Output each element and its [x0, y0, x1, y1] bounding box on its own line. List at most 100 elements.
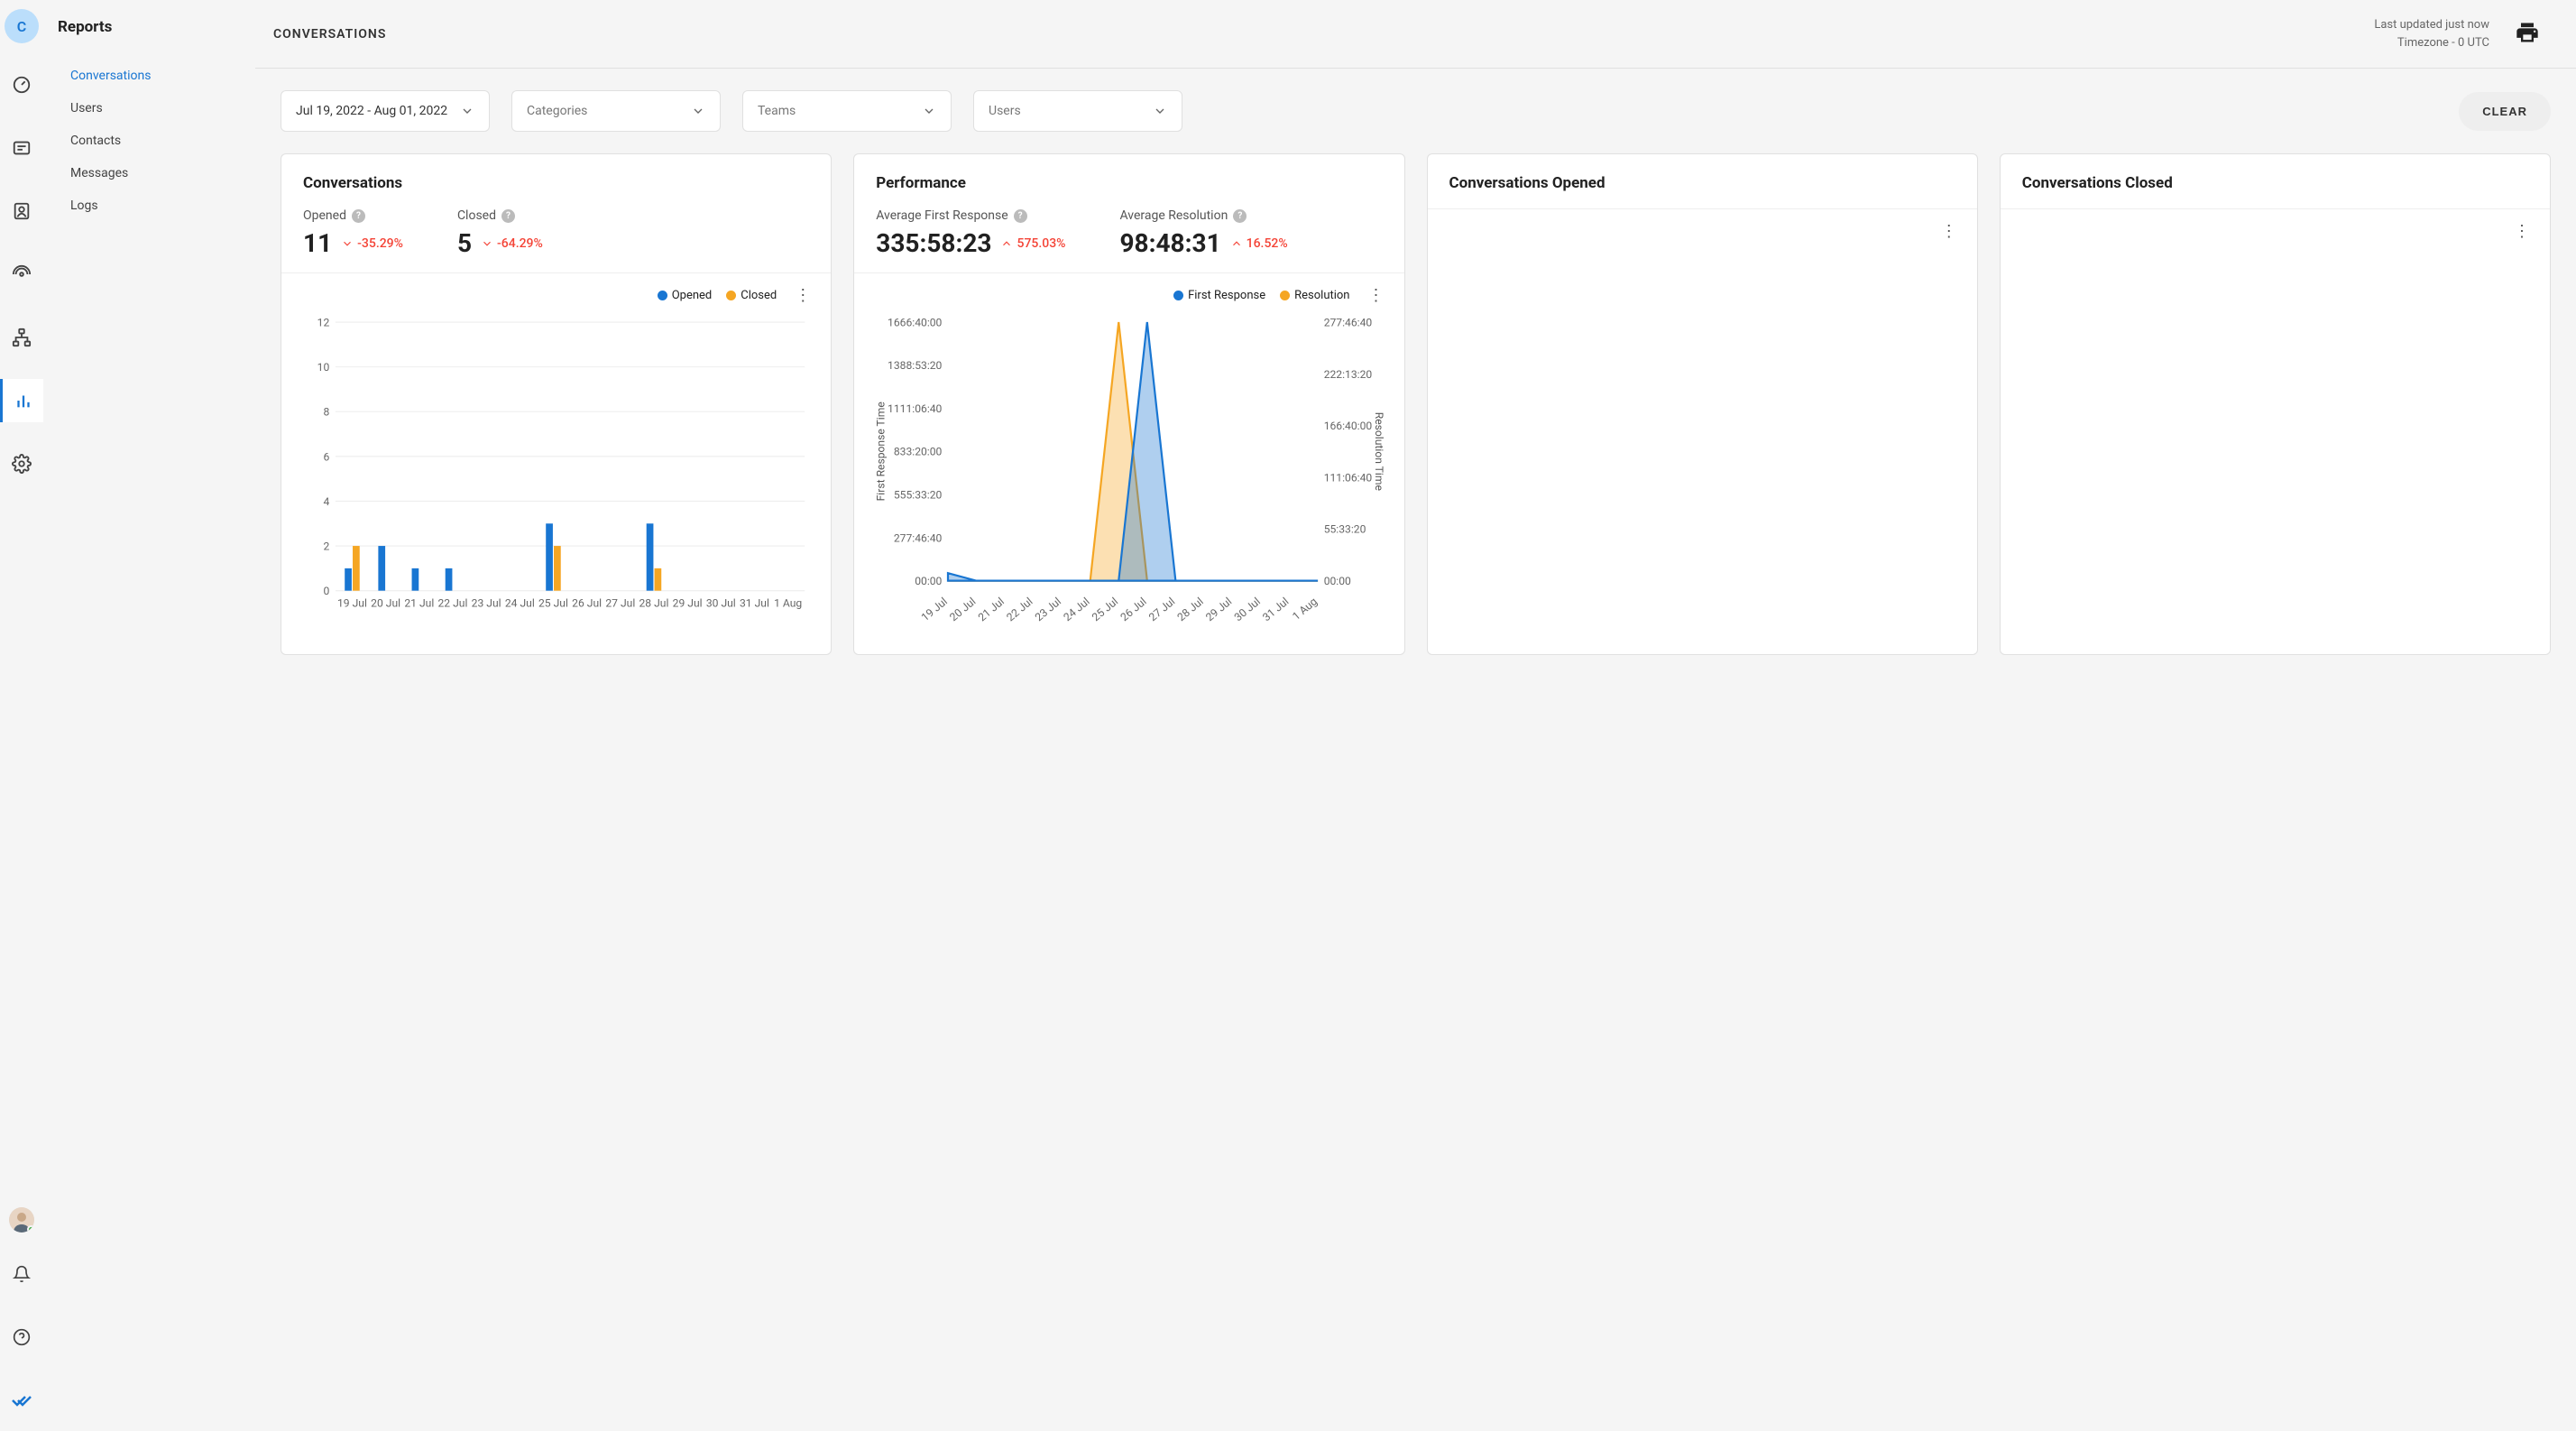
svg-text:4: 4	[323, 495, 329, 508]
sidebar-item-messages[interactable]: Messages	[58, 157, 255, 189]
svg-text:31 Jul: 31 Jul	[1260, 595, 1291, 623]
svg-text:21 Jul: 21 Jul	[976, 595, 1007, 623]
closed-label: Closed ?	[457, 208, 543, 223]
svg-text:277:46:40: 277:46:40	[1324, 316, 1373, 328]
svg-text:22 Jul: 22 Jul	[1005, 595, 1035, 623]
svg-text:1 Aug: 1 Aug	[1290, 595, 1320, 623]
workspace-avatar[interactable]: C	[5, 9, 39, 43]
page-title: CONVERSATIONS	[273, 27, 386, 42]
contacts-icon[interactable]	[0, 189, 43, 233]
opened-delta: -35.29%	[341, 236, 403, 251]
svg-text:0: 0	[323, 585, 329, 597]
help-icon[interactable]: ?	[501, 209, 515, 223]
svg-text:277:46:40: 277:46:40	[894, 531, 943, 544]
sidebar-item-users[interactable]: Users	[58, 92, 255, 125]
sidebar: Reports Conversations Users Contacts Mes…	[43, 0, 255, 1431]
performance-legend: First Response Resolution ⋮	[870, 286, 1387, 305]
opened-label: Opened ?	[303, 208, 403, 223]
print-icon[interactable]	[2515, 20, 2540, 49]
svg-text:23 Jul: 23 Jul	[472, 596, 501, 609]
afr-value: 335:58:23	[876, 228, 991, 258]
conversations-bar-chart: 02468101219 Jul20 Jul21 Jul22 Jul23 Jul2…	[298, 312, 814, 631]
help-icon[interactable]	[0, 1316, 43, 1359]
svg-text:1666:40:00: 1666:40:00	[888, 316, 943, 328]
svg-text:222:13:20: 222:13:20	[1324, 368, 1373, 381]
user-avatar[interactable]	[9, 1207, 34, 1233]
filters-bar: Jul 19, 2022 - Aug 01, 2022 Categories T…	[255, 69, 2576, 153]
svg-text:27 Jul: 27 Jul	[1146, 595, 1177, 623]
svg-text:28 Jul: 28 Jul	[639, 596, 669, 609]
help-icon[interactable]: ?	[1233, 209, 1247, 223]
svg-text:24 Jul: 24 Jul	[1062, 595, 1092, 623]
opened-value: 11	[303, 228, 332, 258]
svg-text:26 Jul: 26 Jul	[1118, 595, 1149, 623]
clear-button[interactable]: CLEAR	[2459, 92, 2551, 131]
chevron-down-icon	[691, 104, 705, 118]
svg-text:23 Jul: 23 Jul	[1033, 595, 1063, 623]
svg-text:12: 12	[317, 316, 330, 328]
header-meta: Last updated just now Timezone - 0 UTC	[2374, 16, 2489, 51]
notifications-icon[interactable]	[0, 1252, 43, 1296]
svg-text:19 Jul: 19 Jul	[337, 596, 367, 609]
broadcast-icon[interactable]	[0, 253, 43, 296]
main: CONVERSATIONS Last updated just now Time…	[255, 0, 2576, 1431]
help-icon[interactable]: ?	[1014, 209, 1027, 223]
svg-text:833:20:00: 833:20:00	[894, 446, 943, 458]
chart-menu-icon[interactable]: ⋮	[1937, 222, 1961, 241]
svg-text:26 Jul: 26 Jul	[572, 596, 602, 609]
header: CONVERSATIONS Last updated just now Time…	[255, 0, 2576, 69]
chevron-down-icon	[460, 104, 474, 118]
help-icon[interactable]: ?	[352, 209, 365, 223]
svg-text:19 Jul: 19 Jul	[919, 595, 950, 623]
svg-text:1388:53:20: 1388:53:20	[888, 359, 943, 372]
svg-text:55:33:20: 55:33:20	[1324, 523, 1366, 536]
workflows-icon[interactable]	[0, 316, 43, 359]
dashboard-icon[interactable]	[0, 63, 43, 106]
categories-select[interactable]: Categories	[511, 90, 721, 132]
sidebar-item-conversations[interactable]: Conversations	[58, 60, 255, 92]
performance-area-chart: 00:00277:46:40555:33:20833:20:001111:06:…	[870, 312, 1387, 631]
afr-delta: 575.03%	[1000, 236, 1065, 251]
svg-text:1 Aug: 1 Aug	[774, 596, 802, 609]
conversations-closed-card: Conversations Closed ⋮	[2000, 153, 2551, 655]
settings-icon[interactable]	[0, 442, 43, 485]
svg-text:28 Jul: 28 Jul	[1175, 595, 1206, 623]
date-range-picker[interactable]: Jul 19, 2022 - Aug 01, 2022	[281, 90, 490, 132]
card-title: Performance	[854, 154, 1403, 208]
svg-text:25 Jul: 25 Jul	[1090, 595, 1120, 623]
svg-text:30 Jul: 30 Jul	[1232, 595, 1263, 623]
sidebar-item-contacts[interactable]: Contacts	[58, 125, 255, 157]
svg-text:29 Jul: 29 Jul	[1203, 595, 1234, 623]
svg-text:1111:06:40: 1111:06:40	[888, 402, 943, 415]
teams-select[interactable]: Teams	[742, 90, 952, 132]
conversations-card: Conversations Opened ? 11 -35.29%	[281, 153, 832, 655]
chevron-down-icon	[1153, 104, 1167, 118]
conversations-legend: Opened Closed ⋮	[298, 286, 814, 305]
chart-menu-icon[interactable]: ⋮	[791, 286, 814, 305]
svg-text:2: 2	[323, 540, 329, 552]
ar-value: 98:48:31	[1119, 228, 1220, 258]
svg-text:166:40:00: 166:40:00	[1324, 420, 1373, 432]
card-title: Conversations	[281, 154, 831, 208]
svg-text:20 Jul: 20 Jul	[947, 595, 978, 623]
svg-text:29 Jul: 29 Jul	[673, 596, 703, 609]
svg-text:6: 6	[323, 450, 329, 463]
svg-text:21 Jul: 21 Jul	[404, 596, 434, 609]
card-title: Conversations Closed	[2001, 154, 2550, 208]
sidebar-title: Reports	[58, 18, 255, 36]
ar-label: Average Resolution ?	[1119, 208, 1287, 223]
svg-text:8: 8	[323, 406, 329, 419]
conversations-icon[interactable]	[0, 126, 43, 170]
conversations-opened-card: Conversations Opened ⋮	[1427, 153, 1978, 655]
icon-rail: C	[0, 0, 43, 1431]
svg-text:00:00: 00:00	[915, 575, 942, 587]
users-select[interactable]: Users	[973, 90, 1182, 132]
reports-icon[interactable]	[0, 379, 43, 422]
svg-text:First Response Time: First Response Time	[875, 402, 888, 501]
chart-menu-icon[interactable]: ⋮	[1365, 286, 1388, 305]
svg-text:25 Jul: 25 Jul	[538, 596, 568, 609]
brand-check-icon[interactable]	[0, 1379, 43, 1422]
chart-menu-icon[interactable]: ⋮	[2510, 222, 2534, 241]
sidebar-item-logs[interactable]: Logs	[58, 189, 255, 222]
closed-value: 5	[457, 228, 472, 258]
